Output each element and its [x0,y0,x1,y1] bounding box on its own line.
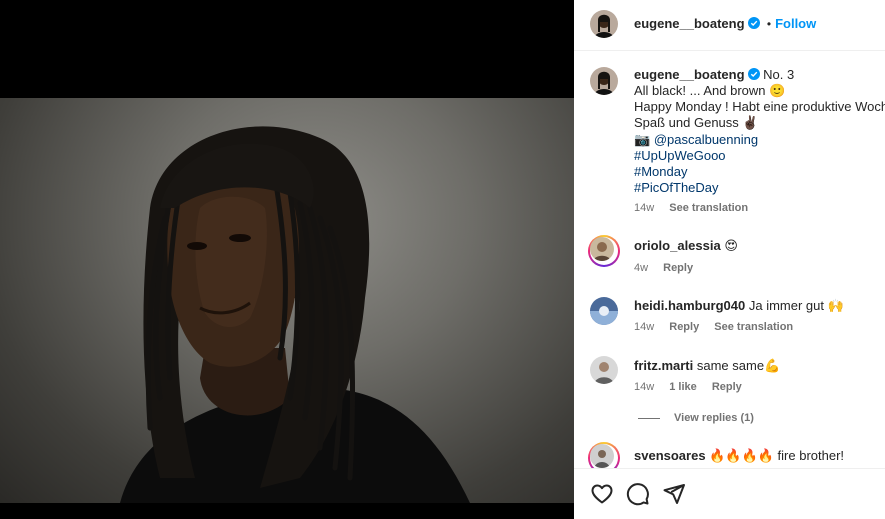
comment-icon[interactable] [626,482,650,506]
see-translation-button[interactable]: See translation [714,321,793,333]
hashtag-link[interactable]: #PicOfTheDay [634,180,719,195]
comment-text: Ja immer gut 🙌 [748,298,844,313]
post-side-panel: eugene__boateng • Follow eugene__boateng … [574,0,885,519]
hashtag-link[interactable]: #UpUpWeGooo [634,148,726,163]
comment-time[interactable]: 4w [634,262,648,274]
comment-meta: 4w Reply [634,262,705,274]
mention-link[interactable]: @pascalbuenning [654,132,758,147]
caption-username[interactable]: eugene__boateng [634,67,745,82]
author-avatar[interactable] [590,10,618,38]
caption-meta: 14w See translation [634,202,760,214]
comment-meta: 14w 1 like Reply [634,381,754,393]
portrait-image [120,126,470,503]
separator-dot: • [766,17,772,31]
heart-icon[interactable] [590,482,614,506]
comment-line: svensoares 🔥🔥🔥🔥 fire brother! [634,448,844,464]
verified-badge-icon [747,17,760,29]
caption-first-line: eugene__boateng No. 3 [634,67,794,82]
reply-button[interactable]: Reply [669,321,699,333]
comment-line: heidi.hamburg040 Ja immer gut 🙌 [634,298,844,314]
comment-username[interactable]: fritz.marti [634,358,693,373]
comment-time[interactable]: 14w [634,321,654,333]
caption-time[interactable]: 14w [634,202,654,214]
comment-meta: 14w Reply See translation [634,321,805,333]
comment-time[interactable]: 14w [634,381,654,393]
hashtag-link[interactable]: #Monday [634,164,687,179]
caption-text-3: Happy Monday ! Habt eine produktive Woch… [634,99,885,114]
replies-divider [638,418,660,419]
comment-avatar[interactable] [590,356,618,384]
post-media[interactable] [0,0,574,519]
author-username[interactable]: eugene__boateng [634,16,745,31]
comment-text: same same💪 [696,358,781,373]
view-replies-button[interactable]: View replies (1) [674,412,754,424]
caption-text-4: Spaß und Genuss ✌🏿 [634,115,759,130]
comment-line: oriolo_alessia 😍 [634,238,738,254]
reply-button[interactable]: Reply [663,262,693,274]
follow-button[interactable]: Follow [775,16,816,31]
post-photo[interactable] [0,98,574,503]
comment-line: fritz.marti same same💪 [634,358,780,374]
comment-likes[interactable]: 1 like [669,381,697,393]
comment-text: 🔥🔥🔥🔥 fire brother! [709,448,845,463]
reply-button[interactable]: Reply [712,381,742,393]
caption-text-2: All black! ... And brown 🙂 [634,83,786,98]
camera-icon: 📷 [634,132,651,147]
verified-badge-icon [747,68,760,80]
post-header: eugene__boateng • Follow [574,0,885,51]
comment-username[interactable]: heidi.hamburg040 [634,298,745,313]
see-translation-button[interactable]: See translation [669,202,748,214]
caption-avatar[interactable] [590,67,618,95]
comment-text: 😍 [724,238,738,253]
caption-text-1: No. 3 [763,67,795,82]
share-icon[interactable] [662,482,686,506]
comment-username[interactable]: oriolo_alessia [634,238,721,253]
comment-avatar[interactable] [590,297,618,325]
comment-username[interactable]: svensoares [634,448,706,463]
caption-credit-line: 📷 @pascalbuenning [634,132,758,148]
post-actions-bar [574,468,885,519]
comment-avatar-ring[interactable] [588,235,620,267]
